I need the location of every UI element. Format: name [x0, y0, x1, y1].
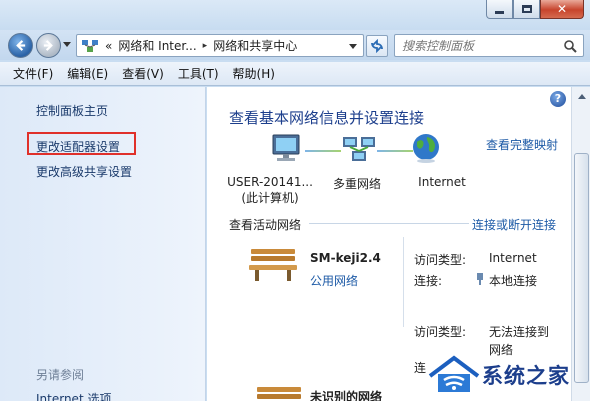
connection-line: [377, 150, 413, 152]
network-name: 未识别的网络: [310, 390, 383, 401]
change-advanced-sharing-link[interactable]: 更改高级共享设置: [36, 163, 132, 180]
menu-help[interactable]: 帮助(H): [226, 65, 282, 82]
node-sublabel: (此计算机): [241, 191, 299, 205]
menu-tools[interactable]: 工具(T): [171, 65, 226, 82]
internet-options-link[interactable]: Internet 选项: [36, 390, 111, 401]
access-type-label: 访问类型:: [414, 253, 467, 267]
address-dropdown-icon[interactable]: [349, 44, 357, 49]
access-type-value: Internet: [489, 251, 537, 265]
forward-button[interactable]: [36, 33, 61, 58]
access-type-value: 无法连接到: [489, 325, 550, 339]
back-arrow-icon: [16, 40, 26, 51]
menu-file[interactable]: 文件(F): [6, 65, 60, 82]
page-title: 查看基本网络信息并设置连接: [229, 109, 425, 127]
house-logo: [428, 355, 480, 392]
forward-arrow-icon: [43, 40, 53, 51]
globe-icon: [413, 134, 439, 163]
node-multiple-networks: 多重网络: [332, 177, 381, 191]
watermark: 系统之家: [420, 352, 590, 398]
breadcrumb-overflow[interactable]: «: [105, 39, 112, 53]
menu-bar: 文件(F) 编辑(E) 查看(V) 工具(T) 帮助(H): [0, 62, 590, 86]
title-bar: ✕: [0, 0, 590, 32]
menu-edit[interactable]: 编辑(E): [60, 65, 115, 82]
minimize-icon: [495, 10, 504, 14]
breadcrumb-separator-icon[interactable]: ▸: [203, 41, 208, 51]
watermark-text: 系统之家: [482, 364, 570, 388]
search-icon[interactable]: [563, 39, 577, 53]
scrollbar-thumb[interactable]: [574, 153, 589, 383]
refresh-button[interactable]: [366, 35, 388, 57]
section-divider: [309, 223, 469, 224]
network-icon: [81, 38, 99, 54]
navigation-bar: « 网络和 Inter... ▸ 网络和共享中心: [0, 30, 590, 60]
maximize-button[interactable]: [513, 0, 540, 19]
maximize-icon: [521, 5, 532, 13]
recent-pages-dropdown[interactable]: [63, 42, 71, 47]
connect-disconnect-link[interactable]: 连接或断开连接: [472, 216, 556, 233]
back-button[interactable]: [8, 33, 33, 58]
network-type-link[interactable]: 公用网络: [310, 272, 358, 289]
highlight-box: [27, 132, 136, 155]
node-internet: Internet: [418, 175, 466, 189]
close-icon: ✕: [556, 2, 568, 16]
vertical-divider: [403, 237, 404, 327]
scroll-up-button[interactable]: [574, 89, 589, 104]
breadcrumb-network-internet[interactable]: 网络和 Inter...: [118, 37, 196, 54]
search-box[interactable]: [394, 34, 584, 57]
view-full-map-link[interactable]: 查看完整映射: [486, 136, 558, 153]
connection-line: [305, 150, 341, 152]
ethernet-icon: [477, 273, 483, 285]
computer-icon: [272, 134, 300, 161]
left-navigation-pane: 控制面板主页 更改适配器设置 更改高级共享设置 另请参阅 Internet 选项: [0, 87, 206, 401]
scroll-up-icon: [577, 94, 586, 99]
multiple-networks-icon: [343, 137, 375, 161]
active-networks-title: 查看活动网络: [229, 218, 302, 232]
node-label: USER-20141...: [227, 175, 313, 189]
search-input[interactable]: [395, 35, 555, 56]
minimize-button[interactable]: [486, 0, 513, 19]
park-bench-icon: [249, 249, 297, 281]
address-bar[interactable]: « 网络和 Inter... ▸ 网络和共享中心: [76, 34, 364, 57]
control-panel-home-link[interactable]: 控制面板主页: [36, 102, 108, 119]
access-type-label: 访问类型:: [414, 325, 467, 339]
node-this-computer: USER-20141... (此计算机): [225, 175, 315, 206]
local-connection-link[interactable]: 本地连接: [489, 272, 537, 289]
refresh-icon: [371, 39, 383, 53]
park-bench-icon: [257, 387, 301, 399]
menu-view[interactable]: 查看(V): [115, 65, 171, 82]
network-name: SM-keji2.4: [310, 251, 381, 265]
help-icon[interactable]: ?: [550, 91, 566, 107]
connection-label: 连接:: [414, 274, 443, 288]
see-also-title: 另请参阅: [36, 368, 85, 382]
close-button[interactable]: ✕: [540, 0, 584, 19]
window-controls: ✕: [486, 0, 584, 20]
breadcrumb-sharing-center[interactable]: 网络和共享中心: [213, 37, 297, 54]
